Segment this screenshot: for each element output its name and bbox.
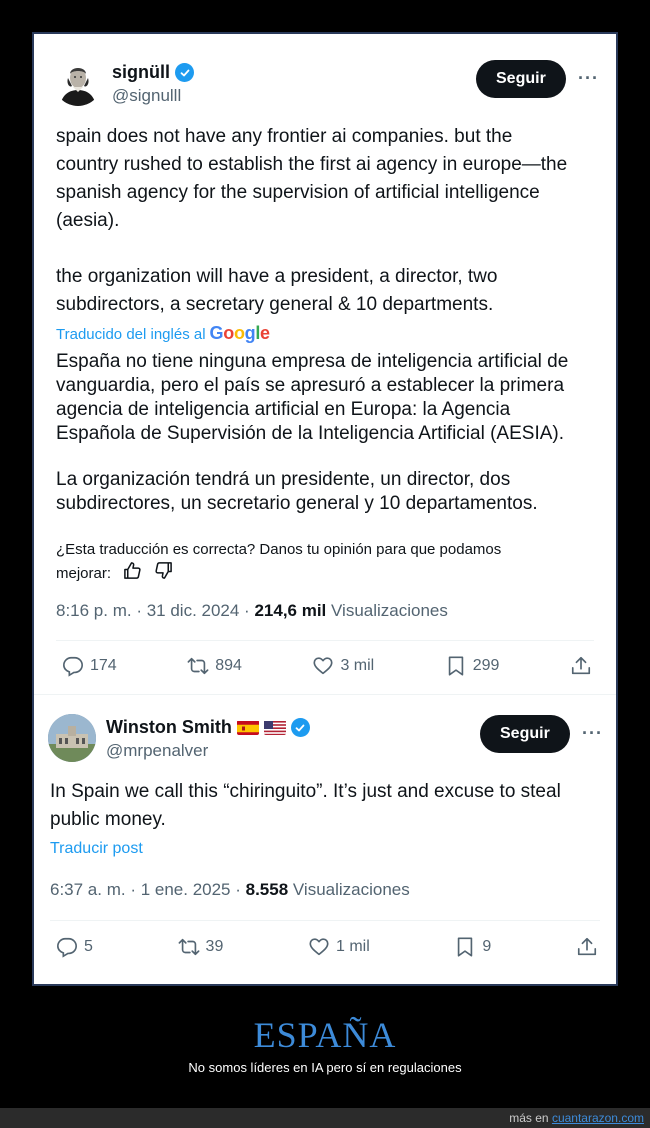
retweet-icon (178, 938, 199, 956)
author-name-line[interactable]: signüll (112, 62, 194, 83)
google-logo: Google (209, 323, 271, 343)
usa-flag-icon (263, 720, 286, 735)
like-count: 3 mil (340, 657, 375, 674)
reply-icon (63, 656, 83, 677)
reply-button[interactable]: 5 (56, 936, 93, 958)
bookmark-button[interactable]: 9 (454, 936, 491, 958)
bookmark-button[interactable]: 299 (445, 655, 500, 677)
action-bar: 5 39 1 mil 9 (56, 936, 598, 958)
avatar-winston-smith[interactable] (48, 714, 96, 762)
author-name[interactable]: Winston Smith (106, 717, 232, 738)
divider (50, 920, 600, 921)
bookmark-count: 299 (472, 657, 500, 674)
translation-feedback: ¿Esta traducción es correcta? Danos tu o… (56, 539, 612, 587)
follow-button[interactable]: Seguir (476, 60, 566, 98)
building-photo-icon (48, 714, 96, 762)
retweet-count: 894 (215, 657, 242, 674)
like-button[interactable]: 1 mil (308, 936, 370, 958)
avatar-signull[interactable] (54, 58, 102, 106)
caption-title: ESPAÑA (253, 1015, 397, 1055)
screenshot-frame: signüll @signulll Seguir ··· spain does … (32, 32, 618, 986)
reply-count: 5 (84, 938, 93, 955)
translated-by-google[interactable]: Traducido del inglés al Google (56, 323, 270, 344)
verified-badge-icon (290, 718, 310, 737)
author-name[interactable]: signüll (112, 62, 170, 83)
views-count: 214,6 mil (254, 601, 327, 620)
retweet-button[interactable]: 894 (187, 655, 242, 677)
translate-post-link[interactable]: Traducir post (50, 840, 143, 858)
divider (56, 640, 594, 641)
retweet-button[interactable]: 39 (178, 936, 224, 958)
tweet-text-paragraph-1: spain does not have any frontier ai comp… (56, 126, 568, 231)
views-count: 8.558 (245, 880, 289, 899)
action-bar: 174 894 3 mil 299 (62, 655, 592, 677)
tweet-text-paragraph-2: the organization will have a president, … (56, 266, 498, 315)
share-button[interactable] (576, 936, 598, 958)
heart-icon (313, 657, 333, 675)
site-footer: más en cuantarazon.com (0, 1108, 650, 1128)
feedback-question: ¿Esta traducción es correcta? Danos tu o… (56, 541, 502, 558)
more-options-icon[interactable]: ··· (582, 723, 603, 744)
retweet-icon (187, 657, 209, 675)
tweet-timestamp[interactable]: 8:16 p. m. · 31 dic. 2024 · 214,6 mil Vi… (56, 601, 448, 621)
feedback-prompt: mejorar: (56, 564, 112, 582)
author-name-line[interactable]: Winston Smith (106, 717, 310, 738)
translated-by-label: Traducido del inglés al (56, 326, 206, 343)
translation-paragraph-1: España no tiene ninguna empresa de intel… (56, 351, 569, 444)
caption-subtitle: No somos líderes en IA pero sí en regula… (188, 1060, 462, 1075)
thumbs-down-icon[interactable] (154, 561, 173, 587)
verified-badge-icon (175, 63, 194, 82)
bookmark-icon (448, 656, 463, 676)
tweet-timestamp[interactable]: 6:37 a. m. · 1 ene. 2025 · 8.558 Visuali… (50, 880, 410, 900)
share-button[interactable] (570, 655, 592, 677)
like-button[interactable]: 3 mil (312, 655, 374, 677)
reply-count: 174 (90, 657, 117, 674)
follow-button[interactable]: Seguir (480, 715, 570, 753)
translation-paragraph-2: La organización tendrá un presidente, un… (56, 469, 538, 514)
thumbs-up-icon[interactable] (123, 561, 142, 587)
bookmark-icon (458, 937, 473, 957)
author-handle[interactable]: @signulll (112, 86, 181, 106)
tweet-text: In Spain we call this “chiringuito”. It’… (50, 781, 561, 830)
reply-button[interactable]: 174 (62, 655, 117, 677)
like-count: 1 mil (335, 938, 370, 955)
shakespeare-portrait-icon (54, 58, 102, 106)
footer-prefix: más en (509, 1111, 552, 1125)
heart-icon (309, 938, 329, 956)
author-handle[interactable]: @mrpenalver (106, 741, 208, 761)
reply-icon (57, 937, 77, 958)
more-options-icon[interactable]: ··· (578, 68, 599, 89)
bookmark-count: 9 (482, 938, 492, 955)
share-icon (577, 937, 597, 956)
retweet-count: 39 (205, 938, 224, 955)
spain-flag-icon (236, 720, 259, 735)
site-link[interactable]: cuantarazon.com (552, 1111, 644, 1125)
share-icon (571, 656, 591, 675)
